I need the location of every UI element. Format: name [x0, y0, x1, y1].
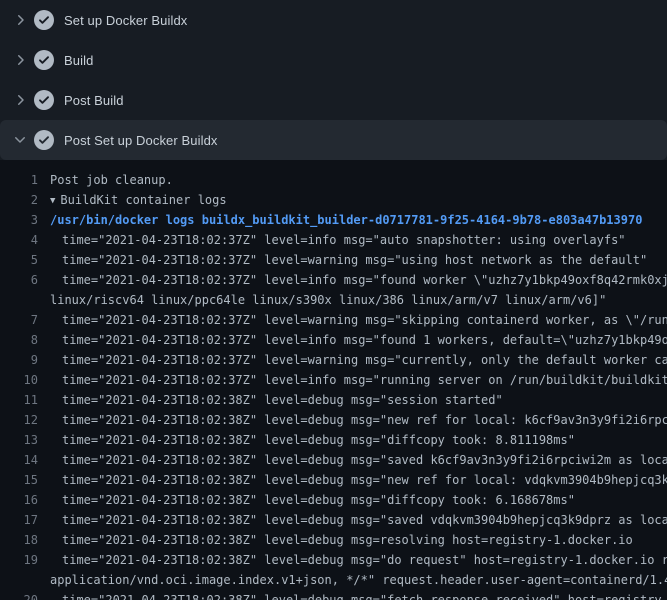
check-circle-icon: [34, 130, 54, 150]
step-row-build[interactable]: Build: [0, 40, 667, 80]
step-row-set-up-docker-buildx[interactable]: Set up Docker Buildx: [0, 0, 667, 40]
line-number[interactable]: 12: [0, 410, 38, 430]
log-text: ▼ BuildKit container logs: [50, 190, 227, 210]
step-title: Set up Docker Buildx: [64, 13, 187, 28]
log-panel: 1 Post job cleanup. 2 ▼ BuildKit container l…: [0, 160, 667, 600]
log-text: time="2021-04-23T18:02:38Z" level=debug …: [62, 450, 667, 470]
log-row: 17 time="2021-04-23T18:02:38Z" level=debu…: [0, 510, 667, 530]
line-number[interactable]: 16: [0, 490, 38, 510]
log-row: 16 time="2021-04-23T18:02:38Z" level=debu…: [0, 490, 667, 510]
log-text: time="2021-04-23T18:02:38Z" level=debug …: [62, 410, 667, 430]
step-title: Post Set up Docker Buildx: [64, 133, 218, 148]
log-row: 11 time="2021-04-23T18:02:38Z" level=debu…: [0, 390, 667, 410]
line-number[interactable]: 15: [0, 470, 38, 490]
log-text: time="2021-04-23T18:02:38Z" level=debug …: [62, 430, 575, 450]
log-row: 18 time="2021-04-23T18:02:38Z" level=debu…: [0, 530, 667, 550]
log-row: 10 time="2021-04-23T18:02:37Z" level=info…: [0, 370, 667, 390]
step-title: Build: [64, 53, 93, 68]
log-text: time="2021-04-23T18:02:37Z" level=warnin…: [62, 350, 667, 370]
log-row: 9 time="2021-04-23T18:02:37Z" level=warni…: [0, 350, 667, 370]
step-row-post-set-up-docker-buildx[interactable]: Post Set up Docker Buildx: [0, 120, 667, 160]
line-number[interactable]: 5: [0, 250, 38, 270]
chevron-right-icon[interactable]: [12, 52, 28, 68]
line-number[interactable]: 10: [0, 370, 38, 390]
log-text: Post job cleanup.: [50, 170, 173, 190]
check-circle-icon: [34, 90, 54, 110]
log-text: time="2021-04-23T18:02:37Z" level=info m…: [62, 370, 667, 390]
step-title: Post Build: [64, 93, 124, 108]
log-row: 1 Post job cleanup.: [0, 170, 667, 190]
step-row-post-build[interactable]: Post Build: [0, 80, 667, 120]
log-text: time="2021-04-23T18:02:37Z" level=info m…: [62, 230, 626, 250]
line-number[interactable]: 3: [0, 210, 38, 230]
log-text: time="2021-04-23T18:02:38Z" level=debug …: [62, 530, 633, 550]
log-text: linux/riscv64 linux/ppc64le linux/s390x …: [50, 290, 606, 310]
log-row: 13 time="2021-04-23T18:02:38Z" level=debu…: [0, 430, 667, 450]
log-row: 2 ▼ BuildKit container logs: [0, 190, 667, 210]
line-number[interactable]: 7: [0, 310, 38, 330]
log-row: 20 time="2021-04-23T18:02:38Z" level=debu…: [0, 590, 667, 600]
line-number[interactable]: 17: [0, 510, 38, 530]
log-row: 19 time="2021-04-23T18:02:38Z" level=debu…: [0, 550, 667, 570]
line-number[interactable]: 19: [0, 550, 38, 570]
log-text: time="2021-04-23T18:02:37Z" level=info m…: [62, 330, 667, 350]
log-row: 12 time="2021-04-23T18:02:38Z" level=debu…: [0, 410, 667, 430]
line-number[interactable]: 18: [0, 530, 38, 550]
group-label: BuildKit container logs: [60, 193, 226, 207]
line-number: [0, 290, 38, 310]
chevron-right-icon[interactable]: [12, 12, 28, 28]
log-text: time="2021-04-23T18:02:38Z" level=debug …: [62, 510, 667, 530]
log-text: time="2021-04-23T18:02:38Z" level=debug …: [62, 590, 667, 600]
log-row: 6 time="2021-04-23T18:02:37Z" level=info …: [0, 270, 667, 290]
line-number[interactable]: 8: [0, 330, 38, 350]
line-number[interactable]: 1: [0, 170, 38, 190]
line-number[interactable]: 13: [0, 430, 38, 450]
log-row: 5 time="2021-04-23T18:02:37Z" level=warni…: [0, 250, 667, 270]
log-text: time="2021-04-23T18:02:38Z" level=debug …: [62, 490, 575, 510]
log-text: time="2021-04-23T18:02:37Z" level=warnin…: [62, 250, 647, 270]
log-text: time="2021-04-23T18:02:37Z" level=warnin…: [62, 310, 667, 330]
log-row: 15 time="2021-04-23T18:02:38Z" level=debu…: [0, 470, 667, 490]
log-command-text: /usr/bin/docker logs buildx_buildkit_bui…: [50, 210, 642, 230]
chevron-down-icon[interactable]: [12, 132, 28, 148]
line-number[interactable]: 2: [0, 190, 38, 210]
log-row: 7 time="2021-04-23T18:02:37Z" level=warni…: [0, 310, 667, 330]
line-number[interactable]: 4: [0, 230, 38, 250]
chevron-right-icon[interactable]: [12, 92, 28, 108]
log-text: time="2021-04-23T18:02:38Z" level=debug …: [62, 470, 667, 490]
log-row: linux/riscv64 linux/ppc64le linux/s390x …: [0, 290, 667, 310]
log-row: 8 time="2021-04-23T18:02:37Z" level=info …: [0, 330, 667, 350]
steps-list: Set up Docker Buildx Build Post Build Post …: [0, 0, 667, 160]
log-row: 3/usr/bin/docker logs buildx_buildkit_bu…: [0, 210, 667, 230]
log-text: time="2021-04-23T18:02:38Z" level=debug …: [62, 550, 667, 570]
log-row: application/vnd.oci.image.index.v1+json,…: [0, 570, 667, 590]
log-row: 14 time="2021-04-23T18:02:38Z" level=debu…: [0, 450, 667, 470]
job-log-viewer: Set up Docker Buildx Build Post Build Post …: [0, 0, 667, 600]
line-number[interactable]: 6: [0, 270, 38, 290]
check-circle-icon: [34, 10, 54, 30]
log-text: application/vnd.oci.image.index.v1+json,…: [50, 570, 667, 590]
line-number[interactable]: 9: [0, 350, 38, 370]
log-text: time="2021-04-23T18:02:38Z" level=debug …: [62, 390, 503, 410]
collapse-toggle-icon[interactable]: ▼: [50, 191, 55, 211]
line-number: [0, 570, 38, 590]
line-number[interactable]: 11: [0, 390, 38, 410]
check-circle-icon: [34, 50, 54, 70]
line-number[interactable]: 14: [0, 450, 38, 470]
log-row: 4 time="2021-04-23T18:02:37Z" level=info …: [0, 230, 667, 250]
line-number[interactable]: 20: [0, 590, 38, 600]
log-text: time="2021-04-23T18:02:37Z" level=info m…: [62, 270, 667, 290]
